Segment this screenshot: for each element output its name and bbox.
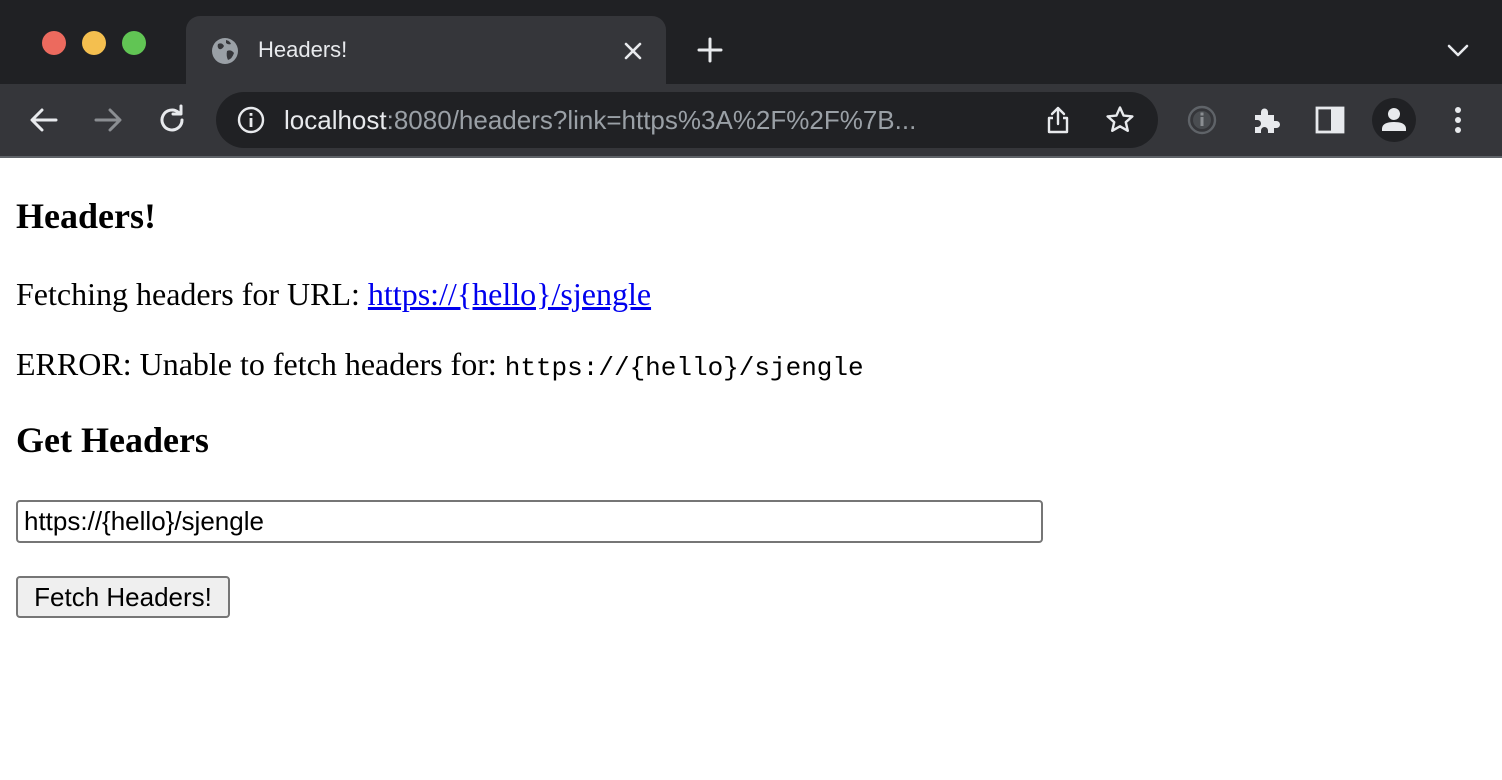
arrow-left-icon[interactable] <box>26 102 62 138</box>
tab-headers[interactable]: Headers! <box>186 16 666 84</box>
fetched-url-link[interactable]: https://{hello}/sjengle <box>368 276 651 312</box>
star-icon[interactable] <box>1104 104 1136 136</box>
plus-icon[interactable] <box>694 34 726 66</box>
error-message: ERROR: Unable to fetch headers for: http… <box>16 344 864 388</box>
fetching-label: Fetching headers for URL: <box>16 276 368 312</box>
maximize-window-button[interactable] <box>122 31 146 55</box>
reload-icon[interactable] <box>154 102 190 138</box>
url-path: :8080/headers?link=https%3A%2F%2F%7B... <box>386 105 917 135</box>
fetch-headers-button[interactable]: Fetch Headers! <box>16 576 230 618</box>
puzzle-icon[interactable] <box>1248 102 1284 138</box>
browser-toolbar: localhost:8080/headers?link=https%3A%2F%… <box>0 84 1502 156</box>
person-icon <box>1382 108 1406 131</box>
share-icon[interactable] <box>1042 104 1074 136</box>
page-title: Headers! <box>16 196 156 236</box>
address-bar[interactable]: localhost:8080/headers?link=https%3A%2F%… <box>216 92 1158 148</box>
minimize-window-button[interactable] <box>82 31 106 55</box>
page-content: Headers! Fetching headers for URL: https… <box>0 158 1502 780</box>
form-heading: Get Headers <box>16 420 209 460</box>
error-url: https://{hello}/sjengle <box>504 353 864 383</box>
tab-title: Headers! <box>258 37 348 62</box>
extension-info-icon[interactable] <box>1184 102 1220 138</box>
url-text[interactable]: localhost:8080/headers?link=https%3A%2F%… <box>284 105 1024 135</box>
info-icon[interactable] <box>236 105 266 135</box>
side-panel-icon[interactable] <box>1312 102 1348 138</box>
close-icon[interactable] <box>620 38 646 64</box>
browser-titlebar: Headers! <box>0 0 1502 84</box>
url-input[interactable] <box>16 500 1043 543</box>
fetching-message: Fetching headers for URL: https://{hello… <box>16 274 651 314</box>
chevron-down-icon[interactable] <box>1444 38 1472 62</box>
error-label: ERROR: Unable to fetch headers for: <box>16 346 505 382</box>
globe-icon <box>212 38 238 64</box>
avatar[interactable] <box>1372 98 1416 142</box>
kebab-menu-icon[interactable] <box>1440 102 1476 138</box>
arrow-right-icon[interactable] <box>90 102 126 138</box>
url-host: localhost <box>284 105 387 135</box>
close-window-button[interactable] <box>42 31 66 55</box>
